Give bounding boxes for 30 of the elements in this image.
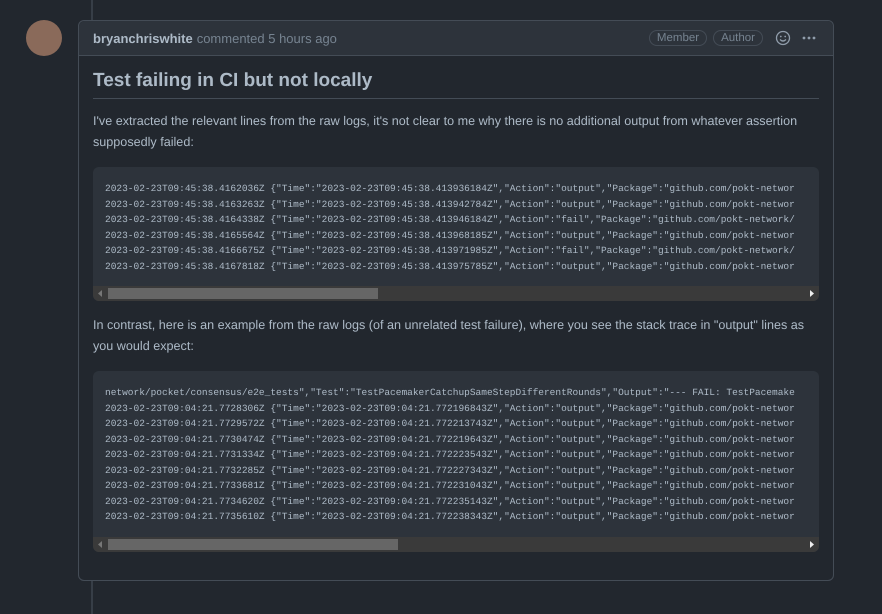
horizontal-scrollbar[interactable] xyxy=(93,286,819,301)
scroll-left-icon[interactable] xyxy=(96,289,105,298)
smiley-icon[interactable] xyxy=(775,30,791,46)
author-link[interactable]: bryanchriswhite xyxy=(93,30,193,46)
log-line: network/pocket/consensus/e2e_tests","Test":"TestPacemakerCatchupSameStepDifferentRounds","Output":"--- FAIL: TestPacemake xyxy=(105,386,796,400)
horizontal-scrollbar[interactable] xyxy=(93,536,819,552)
log-line: 2023-02-23T09:45:38.4163263Z {"Time":"2023-02-23T09:45:38.413942784Z","Action":"output","Package":"github.com/pokt-networ xyxy=(105,198,796,212)
log-line: 2023-02-23T09:04:21.7731334Z {"Time":"2023-02-23T09:04:21.772223543Z","Action":"output","Package":"github.com/pokt-networ xyxy=(105,448,796,462)
log-line: 2023-02-23T09:04:21.7730474Z {"Time":"2023-02-23T09:04:21.772219643Z","Action":"output","Package":"github.com/pokt-networ xyxy=(105,432,796,446)
log-line: 2023-02-23T09:45:38.4167818Z {"Time":"2023-02-23T09:45:38.413975785Z","Action":"output","Package":"github.com/pokt-networ xyxy=(105,260,796,274)
log-line: 2023-02-23T09:04:21.7734620Z {"Time":"2023-02-23T09:04:21.772235143Z","Action":"output","Package":"github.com/pokt-networ xyxy=(105,494,796,508)
log-line: 2023-02-23T09:45:38.4166675Z {"Time":"2023-02-23T09:45:38.413971985Z","Action":"fail","Package":"github.com/pokt-network/ xyxy=(105,244,796,258)
log-line: 2023-02-23T09:45:38.4165564Z {"Time":"2023-02-23T09:45:38.413968185Z","Action":"output","Package":"github.com/pokt-networ xyxy=(105,228,796,242)
role-badge: Author xyxy=(713,30,763,46)
comment-title: Test failing in CI but not locally xyxy=(93,70,819,99)
log-line: 2023-02-23T09:45:38.4162036Z {"Time":"2023-02-23T09:45:38.413936184Z","Action":"output","Package":"github.com/pokt-networ xyxy=(105,182,796,196)
log-line: 2023-02-23T09:04:21.7732285Z {"Time":"2023-02-23T09:04:21.772227343Z","Action":"output","Package":"github.com/pokt-networ xyxy=(105,464,796,478)
log-line: 2023-02-23T09:04:21.7729572Z {"Time":"2023-02-23T09:04:21.772213743Z","Action":"output","Package":"github.com/pokt-networ xyxy=(105,417,796,431)
log-line: 2023-02-23T09:04:21.7733681Z {"Time":"2023-02-23T09:04:21.772231043Z","Action":"output","Package":"github.com/pokt-networ xyxy=(105,479,796,493)
avatar-icon[interactable] xyxy=(26,20,62,56)
scroll-right-icon[interactable] xyxy=(807,540,816,548)
scroll-left-icon[interactable] xyxy=(96,540,105,548)
role-badge: Member xyxy=(648,30,708,46)
log-line: 2023-02-23T09:04:21.7735610Z {"Time":"2023-02-23T09:04:21.772238343Z","Action":"output","Package":"github.com/pokt-networ xyxy=(105,510,796,524)
scroll-right-icon[interactable] xyxy=(807,289,816,298)
comment-paragraph: I've extracted the relevant lines from the raw logs, it's not clear to me why there is no additional output from whatever assertion supposedly failed: xyxy=(93,113,798,151)
log-line: 2023-02-23T09:04:21.7728306Z {"Time":"2023-02-23T09:04:21.772196843Z","Action":"output","Package":"github.com/pokt-networ xyxy=(105,402,796,416)
comment-timestamp: commented 5 hours ago xyxy=(196,30,337,46)
comment-paragraph: In contrast, here is an example from the raw logs (of an unrelated test failure), where you see the stack trace in "output" lines as you would expect: xyxy=(93,317,806,355)
log-line: 2023-02-23T09:45:38.4164338Z {"Time":"2023-02-23T09:45:38.413946184Z","Action":"fail","Package":"github.com/pokt-network/ xyxy=(105,213,796,227)
